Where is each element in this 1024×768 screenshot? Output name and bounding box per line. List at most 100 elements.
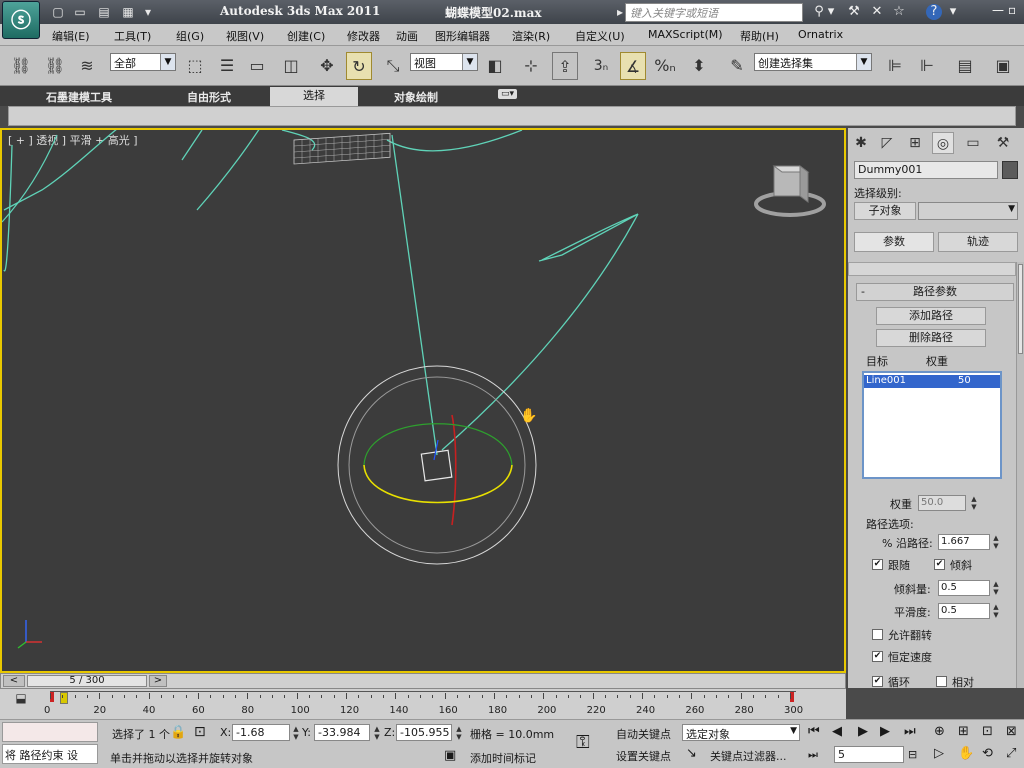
maxscript-listener-prompt[interactable]: 将 路径约束 设 (2, 744, 98, 764)
y-coordinate-field[interactable]: -33.984 (314, 724, 370, 741)
snaps-toggle-icon[interactable]: 3ₙ (588, 52, 614, 80)
trajectories-button[interactable]: 轨迹 (938, 232, 1018, 252)
smoothness-spinner[interactable]: 0.5 (938, 603, 990, 619)
tab-object-paint[interactable]: 对象绘制 (394, 89, 438, 105)
motion-tab-icon[interactable]: ◎ (932, 132, 954, 154)
rectangular-selection-icon[interactable]: ▭ (244, 52, 270, 80)
menu-customize[interactable]: 自定义(U) (575, 28, 625, 44)
absolute-mode-icon[interactable]: ⊡ (194, 724, 206, 740)
menu-ornatrix[interactable]: Ornatrix (798, 28, 843, 41)
create-tab-icon[interactable]: ✱ (850, 132, 872, 154)
sub-object-button[interactable]: 子对象 (854, 202, 916, 220)
hierarchy-tab-icon[interactable]: ⊞ (904, 132, 926, 154)
allow-flip-checkbox[interactable] (872, 629, 883, 640)
follow-checkbox[interactable]: ✔ (872, 559, 883, 570)
subscription-icon[interactable]: ⚒ (845, 4, 863, 20)
mirror-icon[interactable]: ⊫ (882, 52, 908, 80)
time-slider-thumb[interactable]: 5 / 300 (27, 675, 147, 687)
menu-views[interactable]: 视图(V) (226, 28, 264, 44)
spinner-arrows-icon[interactable]: ▲ ▼ (291, 725, 301, 741)
menu-maxscript[interactable]: MAXScript(M) (648, 28, 723, 41)
select-manipulate-icon[interactable]: ⊹ (518, 52, 544, 80)
weight-spinner[interactable]: 50.0 (918, 495, 966, 511)
bind-space-warp-icon[interactable]: ≋ (74, 52, 100, 80)
x-coordinate-field[interactable]: -1.68 (232, 724, 290, 741)
tab-selection[interactable]: 选择 (270, 87, 358, 106)
selection-lock-icon[interactable]: 🔒 (170, 725, 186, 740)
key-filter-icon[interactable]: ↘ (686, 746, 697, 761)
help-icon[interactable]: ? (926, 4, 942, 20)
spinner-arrows-icon[interactable]: ▲ ▼ (991, 534, 1001, 550)
menu-create[interactable]: 创建(C) (287, 28, 325, 44)
perspective-viewport[interactable]: [ + ] 透视 ] 平滑 + 高光 ] ✋ (0, 128, 846, 673)
constant-velocity-checkbox[interactable]: ✔ (872, 651, 883, 662)
utilities-tab-icon[interactable]: ⚒ (992, 132, 1014, 154)
quick-access-dropdown-icon[interactable]: ▾ (140, 4, 156, 20)
select-object-icon[interactable]: ⬚ (182, 52, 208, 80)
communication-center-icon[interactable]: ✕ (868, 4, 886, 20)
bank-checkbox[interactable]: ✔ (934, 559, 945, 570)
layer-manager-icon[interactable]: ▤ (952, 52, 978, 80)
time-slider-prev-button[interactable]: < (3, 675, 25, 687)
relative-checkbox[interactable] (936, 676, 947, 687)
minimize-icon[interactable]: — (992, 3, 1004, 17)
menu-animation[interactable]: 动画 (396, 28, 418, 44)
spinner-arrows-icon[interactable]: ▲ ▼ (969, 495, 979, 511)
key-mode-dropdown[interactable]: 选定对象 ▼ (682, 724, 800, 741)
project-folder-icon[interactable]: ▦ (120, 4, 136, 20)
menu-group[interactable]: 组(G) (176, 28, 204, 44)
time-slider-next-button[interactable]: > (149, 675, 167, 687)
panel-scrollbar-thumb[interactable] (1018, 264, 1023, 354)
keyboard-shortcut-override-icon[interactable]: ⇪ (552, 52, 578, 80)
unlink-icon[interactable]: ⛓ (42, 52, 68, 80)
tab-graphite-modeling[interactable]: 石墨建模工具 (46, 89, 112, 105)
set-key-button[interactable]: 设置关键点 (616, 748, 671, 764)
auto-key-button[interactable]: 自动关键点 (616, 726, 671, 742)
spinner-arrows-icon[interactable]: ▲ ▼ (454, 725, 464, 741)
list-item[interactable]: Line001 50 (864, 375, 1000, 388)
align-icon[interactable]: ⊩ (914, 52, 940, 80)
menu-help[interactable]: 帮助(H) (740, 28, 779, 44)
spinner-snap-icon[interactable]: ⬍ (686, 52, 712, 80)
menu-tools[interactable]: 工具(T) (114, 28, 151, 44)
zoom-icon[interactable]: ⊕ (934, 724, 945, 739)
previous-frame-icon[interactable]: ◀ (832, 724, 842, 739)
track-bar[interactable]: ⬓ 0 20 40 60 80 100 120 140 160 180 200 220 240 260 28… (0, 689, 846, 719)
orbit-icon[interactable]: ⟲ (982, 746, 993, 761)
current-frame-field[interactable]: 5 (834, 746, 904, 763)
time-config-icon[interactable]: ⊟ (908, 748, 917, 761)
search-dropdown-icon[interactable]: ▾ (822, 4, 840, 20)
new-file-icon[interactable]: ▢ (50, 4, 66, 20)
tab-freeform[interactable]: 自由形式 (187, 89, 231, 105)
named-selection-dropdown[interactable]: 创建选择集 ▼ (754, 53, 872, 71)
bank-amount-spinner[interactable]: 0.5 (938, 580, 990, 596)
search-input[interactable]: 键入关键字或短语 (625, 3, 803, 22)
save-icon[interactable]: ▤ (96, 4, 112, 20)
add-path-button[interactable]: 添加路径 (876, 307, 986, 325)
next-frame-icon[interactable]: ▶ (880, 724, 890, 739)
spinner-arrows-icon[interactable]: ▲ ▼ (372, 725, 382, 741)
delete-path-button[interactable]: 删除路径 (876, 329, 986, 347)
3dsmax-logo-icon[interactable]: ⓢ (2, 1, 40, 39)
zoom-all-icon[interactable]: ⊞ (958, 724, 969, 739)
close-icon[interactable]: ▫ (1008, 3, 1016, 17)
key-mode-toggle-icon[interactable]: ⏭ (808, 748, 818, 762)
time-slider[interactable]: < 5 / 300 > (0, 673, 846, 689)
maxscript-listener-top[interactable] (2, 722, 98, 742)
object-color-swatch[interactable] (1002, 161, 1018, 179)
window-crossing-icon[interactable]: ◫ (278, 52, 304, 80)
loop-checkbox[interactable]: ✔ (872, 676, 883, 687)
modify-tab-icon[interactable]: ◸ (876, 132, 898, 154)
menu-graph-editors[interactable]: 图形编辑器 (435, 28, 490, 44)
select-and-move-icon[interactable]: ✥ (314, 52, 340, 80)
path-target-list[interactable]: Line001 50 (862, 371, 1002, 479)
current-frame-marker[interactable] (60, 692, 68, 704)
sub-object-dropdown[interactable]: ▼ (918, 202, 1018, 220)
select-and-rotate-icon[interactable]: ↻ (346, 52, 372, 80)
favorites-star-icon[interactable]: ☆ (890, 4, 908, 20)
select-and-scale-icon[interactable]: ⤡ (380, 52, 406, 80)
field-of-view-icon[interactable]: ▷ (934, 746, 944, 761)
ribbon-options-icon[interactable]: ▭▾ (498, 89, 518, 99)
edit-named-selection-icon[interactable]: ✎ (724, 52, 750, 80)
z-coordinate-field[interactable]: -105.955 (396, 724, 452, 741)
